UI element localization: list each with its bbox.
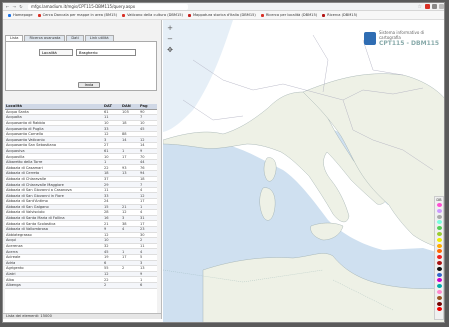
legend-swatch[interactable] (436, 301, 442, 306)
legend-swatch[interactable] (436, 249, 442, 254)
nav-buttons[interactable]: ← → ↻ (6, 4, 24, 9)
logo-text: Sistema informativo di cartografia CPT11… (379, 30, 442, 47)
legend-swatch[interactable] (436, 260, 442, 265)
map-legend: DB (434, 196, 444, 320)
zoom-out-icon[interactable]: − (166, 35, 174, 43)
legend-swatch[interactable] (436, 266, 442, 271)
legend-swatch[interactable] (436, 284, 442, 289)
bookmark-star-icon[interactable]: ☆ (418, 4, 422, 10)
count-cell: 6 (139, 282, 157, 289)
status-bar: Lista dei elementi: 15000 (3, 313, 161, 319)
legend-swatch[interactable] (436, 278, 442, 283)
site-logo: Sistema informativo di cartografia CPT11… (364, 27, 442, 49)
legend-swatch[interactable] (436, 295, 442, 300)
map-canvas[interactable] (163, 20, 445, 323)
url-field[interactable]: mfgs.lamadium.it/mgis/CPT115-DBM115/quer… (28, 3, 188, 10)
bookmark-favicon-icon (122, 13, 126, 17)
legend-swatch[interactable] (436, 231, 442, 236)
bookmark-item[interactable]: Ricerca per località (DBM15) (260, 13, 318, 17)
count-cell: 2 (103, 282, 121, 289)
extension-icon[interactable] (425, 4, 430, 9)
legend-swatch[interactable] (436, 208, 442, 213)
legend-swatch[interactable] (436, 237, 442, 242)
legend-swatch[interactable] (436, 307, 442, 312)
profile-icon[interactable] (432, 4, 437, 9)
browser-window: ← → ↻ mfgs.lamadium.it/mgis/CPT115-DBM11… (2, 2, 445, 323)
map-toolbar: + − ✥ (166, 24, 174, 54)
bookmark-label: Mappatura storica d'Italia (DBM15) (192, 13, 256, 17)
bookmark-label: Vaticano della cultura (DBM15) (127, 13, 183, 17)
legend-swatch[interactable] (436, 289, 442, 294)
field-select[interactable]: Località (39, 49, 73, 56)
legend-label: DB (436, 198, 442, 202)
legend-swatch[interactable] (436, 255, 442, 260)
search-input[interactable]: Bragherio (76, 49, 136, 56)
bookmark-favicon-icon (322, 13, 326, 17)
count-cell (121, 282, 139, 289)
legend-swatch[interactable] (436, 243, 442, 248)
bookmark-item[interactable]: Cerca Dancala per mappe in area (BM15) (37, 13, 118, 17)
table-body: Acqua Santa 61 105 90 Acqualta 11 7 Acquasanta … (5, 109, 157, 289)
bookmark-label: Ricerca per località (DBM15) (265, 13, 318, 17)
bookmark-item[interactable]: Mappatura storica d'Italia (DBM15) (187, 13, 256, 17)
bookmark-item[interactable]: Vaticano della cultura (DBM15) (122, 13, 183, 17)
bookmark-label: Ricerca (DBM15) (327, 13, 358, 17)
logo-subtitle: Sistema informativo di cartografia (378, 29, 425, 40)
location-name: Albenga (5, 282, 103, 289)
bookmark-label: Homepage (13, 13, 33, 17)
bookmark-favicon-icon (8, 13, 11, 17)
map-view[interactable]: + − ✥ Sistema informativo di cartografia… (163, 20, 445, 323)
bookmark-item[interactable]: Homepage (8, 13, 33, 17)
search-form: Località Bragherio Invia (5, 41, 157, 91)
results-table: Località DAT DAN Pag Acqua Santa 61 105 90 Acqu… (5, 104, 157, 319)
legend-swatch[interactable] (436, 203, 442, 207)
legend-swatch[interactable] (436, 226, 442, 231)
legend-swatch[interactable] (436, 220, 442, 225)
logo-icon (364, 31, 376, 45)
bookmark-favicon-icon (260, 13, 264, 17)
bookmark-favicon-icon (37, 13, 41, 17)
query-panel: Lista Ricerca avanzata Dati Link utilità… (3, 20, 162, 319)
zoom-in-icon[interactable]: + (166, 24, 174, 32)
legend-swatch[interactable] (436, 272, 442, 277)
bookmark-favicon-icon (187, 13, 191, 17)
logo-title: CPT115 - DBM115 (378, 39, 440, 47)
bookmark-item[interactable]: Ricerca (DBM15) (322, 13, 357, 17)
search-button[interactable]: Invia (78, 82, 100, 88)
pan-icon[interactable]: ✥ (166, 46, 174, 54)
legend-swatch[interactable] (436, 214, 442, 219)
menu-icon[interactable] (439, 4, 444, 9)
bookmark-label: Cerca Dancala per mappe in area (BM15) (42, 13, 118, 17)
legend-swatches (435, 203, 443, 312)
table-row[interactable]: Albenga 2 6 (5, 282, 157, 289)
bookmarks-bar: Homepage Cerca Dancala per mappe in area … (3, 11, 444, 20)
address-bar: ← → ↻ mfgs.lamadium.it/mgis/CPT115-DBM11… (3, 3, 444, 11)
